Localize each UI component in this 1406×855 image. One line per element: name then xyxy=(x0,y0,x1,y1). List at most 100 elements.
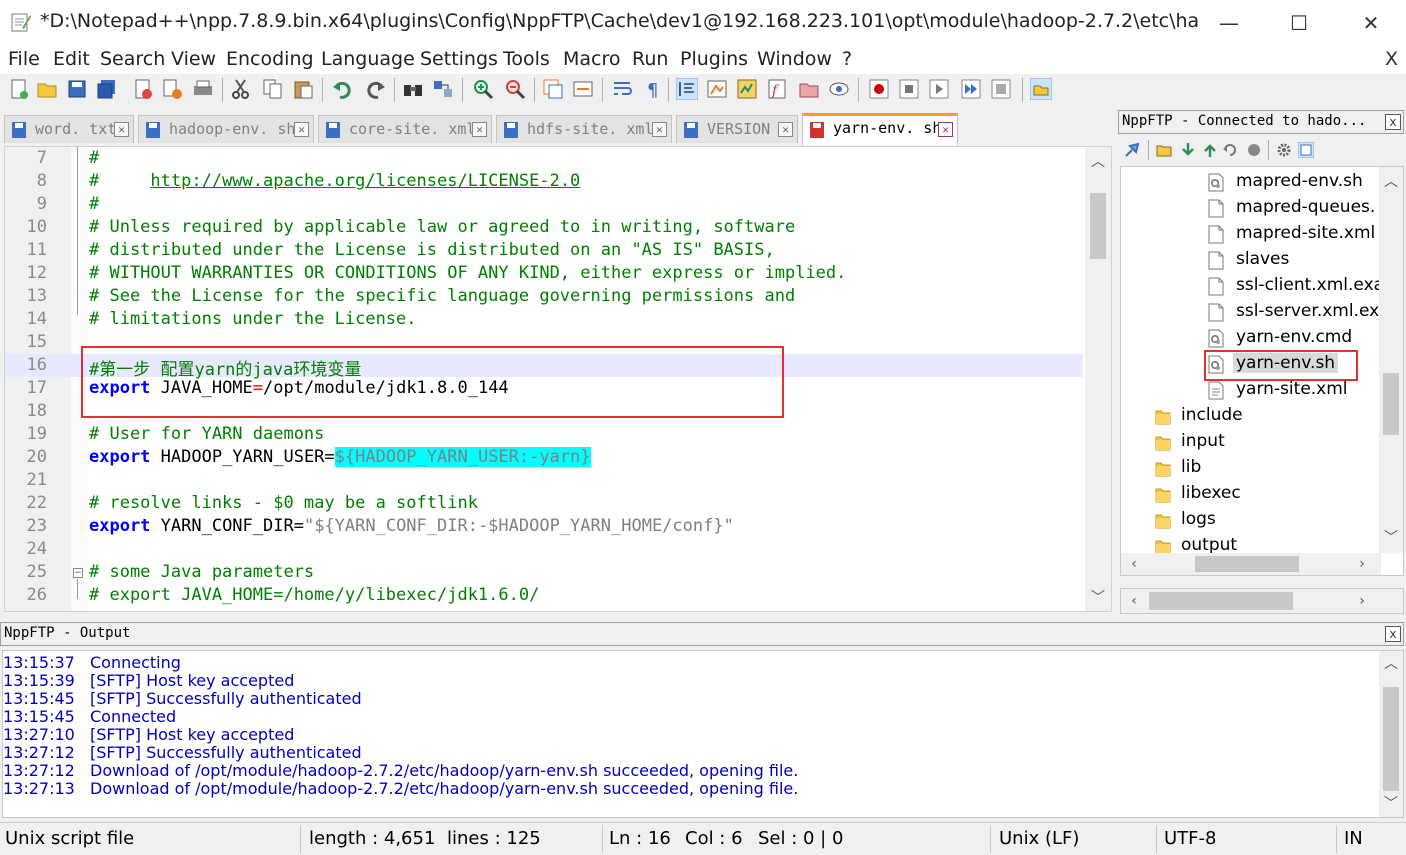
menu-run[interactable]: Run xyxy=(632,48,668,70)
tree-vertical-scrollbar[interactable]: ︿ ﹀ xyxy=(1379,167,1403,553)
scroll-down-icon[interactable]: ﹀ xyxy=(1379,527,1403,549)
print-icon[interactable] xyxy=(192,78,214,100)
find-icon[interactable] xyxy=(402,78,424,100)
tab-core-site-xml[interactable]: core-site. xml ✕ xyxy=(318,115,492,143)
close-panel-icon[interactable]: x xyxy=(1385,114,1401,130)
save-icon[interactable] xyxy=(66,78,88,100)
status-encoding[interactable]: UTF-8 xyxy=(1164,828,1216,849)
menu-view[interactable]: View xyxy=(171,48,216,70)
tab-yarn-env-sh[interactable]: yarn-env. sh ✕ xyxy=(802,113,958,145)
zoom-out-icon[interactable] xyxy=(504,78,526,100)
menu-edit[interactable]: Edit xyxy=(53,48,90,70)
stop-recording-icon[interactable] xyxy=(898,78,920,100)
scroll-right-icon[interactable]: › xyxy=(1351,553,1373,575)
zoom-in-icon[interactable] xyxy=(472,78,494,100)
tree-horizontal-scrollbar[interactable]: ‹ › xyxy=(1121,553,1381,575)
scrollbar-thumb[interactable] xyxy=(1383,373,1399,435)
close-panel-icon[interactable]: x xyxy=(1385,626,1401,642)
code-line[interactable]: 26 # export JAVA_HOME=/home/y/libexec/jdk… xyxy=(5,584,1083,607)
record-macro-icon[interactable] xyxy=(868,78,890,100)
close-document-button[interactable]: X xyxy=(1385,48,1398,70)
document-map-icon[interactable] xyxy=(736,78,758,100)
status-eol[interactable]: Unix (LF) xyxy=(999,828,1079,849)
code-line[interactable]: 8 # http://www.apache.org/licenses/LICENS… xyxy=(5,170,1083,193)
scroll-up-icon[interactable]: ︿ xyxy=(1379,171,1403,193)
code-line[interactable]: 13 # See the License for the specific lan… xyxy=(5,285,1083,308)
folder-as-workspace-icon[interactable] xyxy=(798,78,820,100)
menu-language[interactable]: Language xyxy=(321,48,415,70)
scroll-up-icon[interactable]: ︿ xyxy=(1379,653,1403,675)
monitoring-icon[interactable] xyxy=(828,78,850,100)
show-all-characters-icon[interactable]: ¶ xyxy=(642,78,664,100)
fold-toggle-icon[interactable]: − xyxy=(73,568,83,578)
scrollbar-thumb[interactable] xyxy=(1090,193,1106,259)
refresh-icon[interactable] xyxy=(1222,142,1238,158)
function-list-icon[interactable]: f xyxy=(766,78,788,100)
download-icon[interactable] xyxy=(1180,142,1196,158)
playback-macro-icon[interactable] xyxy=(928,78,950,100)
user-defined-language-icon[interactable] xyxy=(706,78,728,100)
menu-encoding[interactable]: Encoding xyxy=(226,48,314,70)
close-tab-icon[interactable]: ✕ xyxy=(114,122,129,137)
close-tab-icon[interactable]: ✕ xyxy=(938,122,953,137)
scroll-down-icon[interactable]: ﹀ xyxy=(1379,793,1403,815)
scroll-left-icon[interactable]: ‹ xyxy=(1123,590,1145,612)
code-line[interactable]: 14 # limitations under the License. xyxy=(5,308,1083,331)
save-macro-icon[interactable] xyxy=(990,78,1012,100)
scrollbar-thumb[interactable] xyxy=(1195,556,1299,572)
code-line[interactable]: 9 # xyxy=(5,193,1083,216)
maximize-button[interactable]: ☐ xyxy=(1276,8,1322,38)
scroll-up-icon[interactable]: ︿ xyxy=(1085,151,1111,173)
code-line[interactable]: 25 # some Java parameters xyxy=(5,561,1083,584)
close-file-icon[interactable] xyxy=(132,78,154,100)
open-file-icon[interactable] xyxy=(36,78,58,100)
close-all-icon[interactable] xyxy=(162,78,184,100)
indent-guide-icon[interactable] xyxy=(676,78,698,100)
code-line[interactable]: 24 xyxy=(5,538,1083,561)
editor-vertical-scrollbar[interactable]: ︿ ﹀ xyxy=(1085,147,1111,611)
output-vertical-scrollbar[interactable]: ︿ ﹀ xyxy=(1379,651,1403,817)
tab-word-txt[interactable]: word. txt ✕ xyxy=(4,115,134,143)
copy-icon[interactable] xyxy=(262,78,284,100)
menu-search[interactable]: Search xyxy=(100,48,165,70)
code-line[interactable]: 11 # distributed under the License is dis… xyxy=(5,239,1083,262)
tab-version[interactable]: VERSION ✕ xyxy=(676,115,798,143)
connect-icon[interactable] xyxy=(1124,142,1140,158)
close-tab-icon[interactable]: ✕ xyxy=(472,122,487,137)
scrollbar-thumb[interactable] xyxy=(1383,687,1399,791)
close-window-button[interactable]: ✕ xyxy=(1348,8,1394,38)
status-insert-mode[interactable]: IN xyxy=(1344,828,1363,849)
nppftp-show-panel-icon[interactable] xyxy=(1030,78,1052,100)
settings-gear-icon[interactable] xyxy=(1276,142,1292,158)
message-window-icon[interactable] xyxy=(1298,142,1314,158)
sync-horizontal-icon[interactable] xyxy=(572,78,594,100)
save-all-icon[interactable] xyxy=(96,78,118,100)
menu-macro[interactable]: Macro xyxy=(563,48,621,70)
new-file-icon[interactable] xyxy=(8,78,30,100)
output-log[interactable]: 13:15:37 Connecting 13:15:39 [SFTP] Host ke… xyxy=(2,650,1404,818)
tab-hdfs-site-xml[interactable]: hdfs-site. xml ✕ xyxy=(496,115,672,143)
code-line[interactable]: 7 # xyxy=(5,147,1083,170)
abort-icon[interactable] xyxy=(1246,142,1262,158)
close-tab-icon[interactable]: ✕ xyxy=(778,122,793,137)
cut-icon[interactable] xyxy=(230,78,252,100)
replace-icon[interactable] xyxy=(432,78,454,100)
transfer-queue-scrollbar[interactable]: ‹ › xyxy=(1120,588,1404,614)
minimize-button[interactable]: — xyxy=(1206,8,1252,38)
close-tab-icon[interactable]: ✕ xyxy=(294,122,309,137)
menu-settings[interactable]: Settings xyxy=(420,48,498,70)
tab-hadoop-env-sh[interactable]: hadoop-env. sh ✕ xyxy=(138,115,314,143)
open-directory-icon[interactable] xyxy=(1156,142,1172,158)
menu-tools[interactable]: Tools xyxy=(503,48,550,70)
code-line[interactable]: 20 export HADOOP_YARN_USER=${HADOOP_YARN_… xyxy=(5,446,1083,469)
menu-help[interactable]: ? xyxy=(842,48,852,70)
code-line[interactable]: 19 # User for YARN daemons xyxy=(5,423,1083,446)
menu-window[interactable]: Window xyxy=(757,48,832,70)
code-line[interactable]: 10 # Unless required by applicable law or… xyxy=(5,216,1083,239)
word-wrap-icon[interactable] xyxy=(612,78,634,100)
redo-icon[interactable] xyxy=(364,78,386,100)
run-macro-multiple-icon[interactable] xyxy=(960,78,982,100)
code-line[interactable]: 21 xyxy=(5,469,1083,492)
menu-plugins[interactable]: Plugins xyxy=(680,48,748,70)
scroll-left-icon[interactable]: ‹ xyxy=(1123,553,1145,575)
